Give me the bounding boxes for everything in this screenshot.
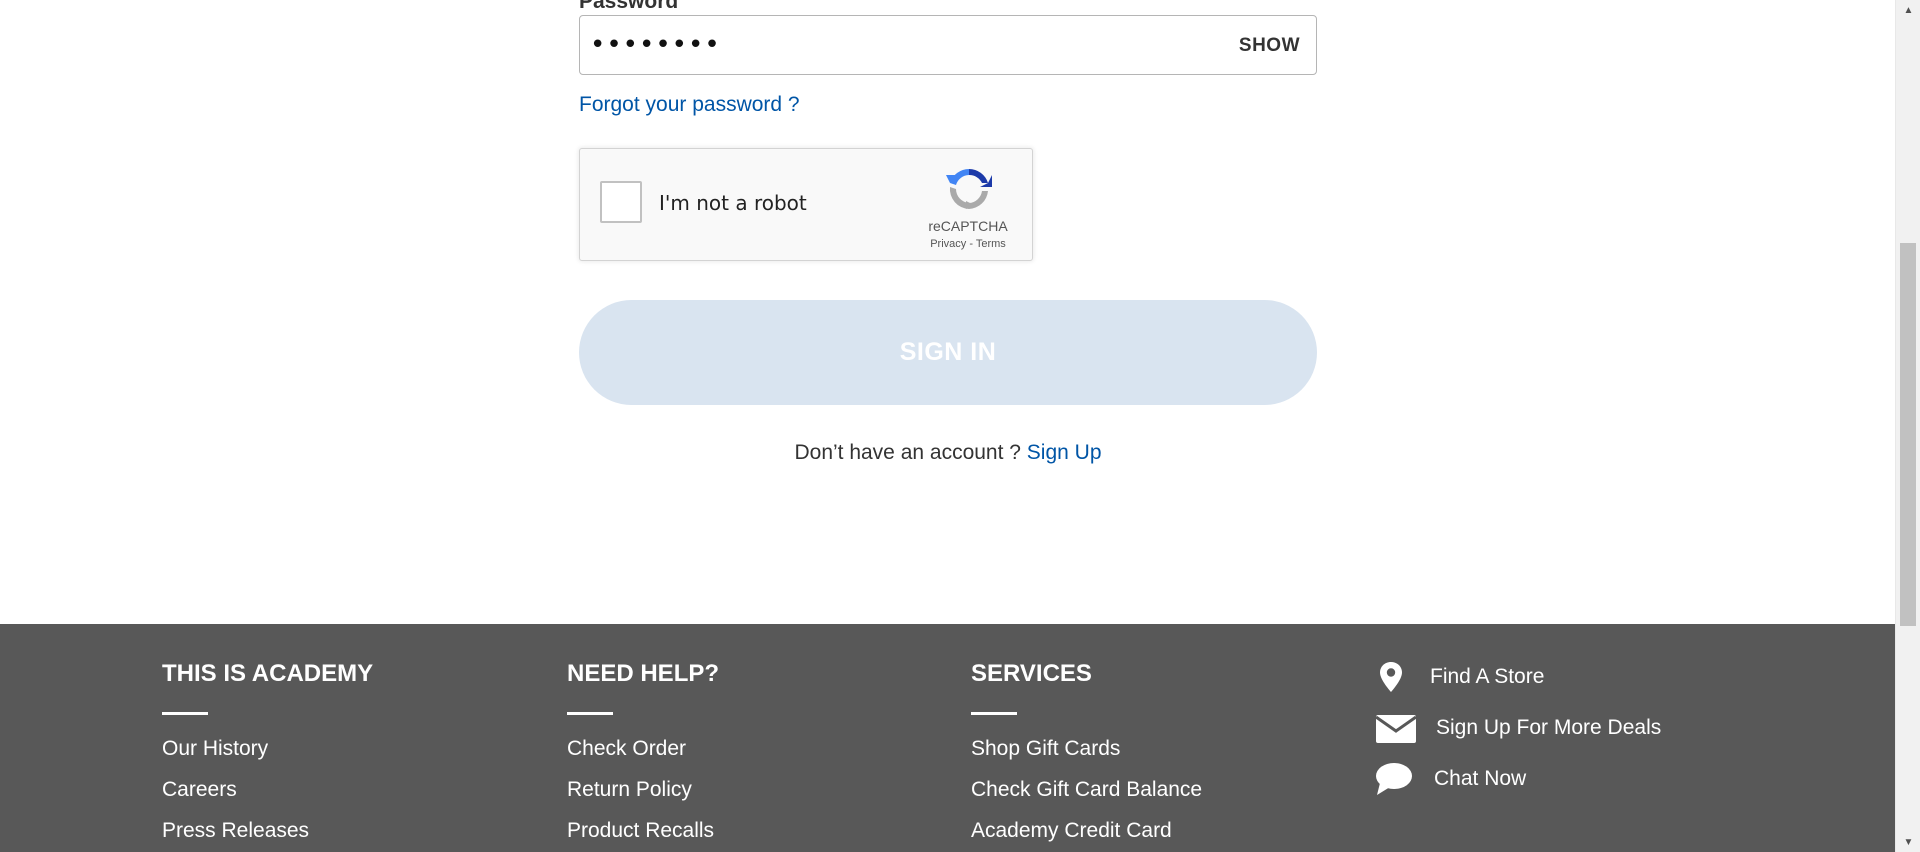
scroll-down-arrow-icon[interactable]: ▼ bbox=[1896, 832, 1920, 852]
recaptcha-brand: reCAPTCHA bbox=[928, 218, 1008, 234]
footer-link-gift-card-balance[interactable]: Check Gift Card Balance bbox=[971, 778, 1202, 802]
footer-heading: SERVICES bbox=[971, 660, 1092, 687]
footer-link-credit-card[interactable]: Academy Credit Card bbox=[971, 819, 1202, 843]
footer-link-shop-gift-cards[interactable]: Shop Gift Cards bbox=[971, 737, 1202, 761]
footer-link-careers[interactable]: Careers bbox=[162, 778, 373, 802]
recaptcha-terms-link[interactable]: Terms bbox=[976, 238, 1006, 250]
footer-link-our-history[interactable]: Our History bbox=[162, 737, 373, 761]
sign-up-deals-link[interactable]: Sign Up For More Deals bbox=[1374, 709, 1661, 747]
site-footer: THIS IS ACADEMY Our History Careers Pres… bbox=[0, 624, 1895, 852]
recaptcha-widget: I'm not a robot reCAPTCHA Privacy - Term… bbox=[579, 148, 1033, 261]
footer-divider bbox=[162, 712, 208, 715]
recaptcha-separator: - bbox=[966, 238, 976, 250]
recaptcha-privacy-link[interactable]: Privacy bbox=[930, 238, 966, 250]
recaptcha-label: I'm not a robot bbox=[659, 191, 807, 215]
location-pin-icon bbox=[1380, 662, 1402, 692]
footer-link-return-policy[interactable]: Return Policy bbox=[567, 778, 719, 802]
chat-now-link[interactable]: Chat Now bbox=[1374, 760, 1661, 798]
footer-divider bbox=[567, 712, 613, 715]
signup-prompt: Don’t have an account ? Sign Up bbox=[579, 441, 1317, 465]
footer-link-product-recalls[interactable]: Product Recalls bbox=[567, 819, 719, 843]
chat-bubble-icon bbox=[1376, 763, 1412, 795]
vertical-scrollbar[interactable]: ▲ ▼ bbox=[1895, 0, 1920, 852]
scroll-up-arrow-icon[interactable]: ▲ bbox=[1896, 0, 1920, 20]
footer-divider bbox=[971, 712, 1017, 715]
footer-heading: NEED HELP? bbox=[567, 660, 720, 687]
footer-link-check-order[interactable]: Check Order bbox=[567, 737, 719, 761]
footer-heading: THIS IS ACADEMY bbox=[162, 660, 374, 687]
recaptcha-checkbox[interactable] bbox=[600, 181, 642, 223]
password-label: Password bbox=[579, 0, 679, 13]
sign-in-button[interactable]: SIGN IN bbox=[579, 300, 1317, 405]
signup-prompt-text: Don’t have an account ? bbox=[794, 441, 1027, 464]
footer-column-services: SERVICES Shop Gift Cards Check Gift Card… bbox=[971, 660, 1202, 852]
recaptcha-logo-icon bbox=[946, 169, 992, 209]
page-viewport: Password •••••••• SHOW Forgot your passw… bbox=[0, 0, 1895, 852]
find-a-store-link[interactable]: Find A Store bbox=[1374, 658, 1661, 696]
sign-up-deals-label: Sign Up For More Deals bbox=[1436, 716, 1662, 739]
sign-up-link[interactable]: Sign Up bbox=[1027, 441, 1102, 464]
footer-quick-links: Find A Store Sign Up For More Deals Chat… bbox=[1374, 658, 1661, 811]
footer-column-help: NEED HELP? Check Order Return Policy Pro… bbox=[567, 660, 719, 852]
footer-link-press-releases[interactable]: Press Releases bbox=[162, 819, 373, 843]
forgot-password-link[interactable]: Forgot your password ? bbox=[579, 93, 800, 117]
password-field[interactable]: •••••••• SHOW bbox=[579, 15, 1317, 75]
footer-column-academy: THIS IS ACADEMY Our History Careers Pres… bbox=[162, 660, 373, 852]
show-password-button[interactable]: SHOW bbox=[1239, 35, 1300, 57]
recaptcha-links: Privacy - Terms bbox=[906, 238, 1030, 250]
chat-now-label: Chat Now bbox=[1434, 767, 1527, 790]
password-value[interactable]: •••••••• bbox=[590, 30, 721, 60]
envelope-icon bbox=[1375, 715, 1417, 743]
find-a-store-label: Find A Store bbox=[1430, 665, 1545, 688]
scrollbar-thumb[interactable] bbox=[1900, 243, 1916, 626]
